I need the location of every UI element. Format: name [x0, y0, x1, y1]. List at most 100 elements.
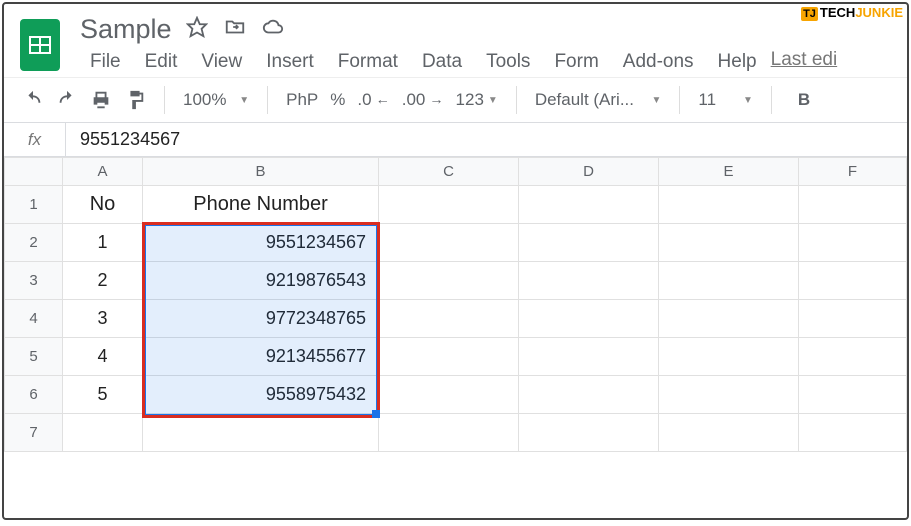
menu-insert[interactable]: Insert: [256, 49, 324, 75]
menu-view[interactable]: View: [191, 49, 252, 75]
percent-format-button[interactable]: %: [330, 90, 345, 110]
column-header-E[interactable]: E: [659, 158, 799, 186]
cell-C2[interactable]: [379, 224, 519, 262]
formula-input[interactable]: 9551234567: [66, 129, 180, 150]
formula-bar: fx 9551234567: [4, 123, 907, 157]
document-title[interactable]: Sample: [80, 14, 172, 45]
row-header-4[interactable]: 4: [5, 300, 63, 338]
cloud-status-icon[interactable]: [262, 16, 284, 43]
cell-A6[interactable]: 5: [63, 376, 143, 414]
toolbar-separator: [771, 86, 772, 114]
cell-A7[interactable]: [63, 414, 143, 452]
menu-tools[interactable]: Tools: [476, 49, 540, 75]
toolbar: 100% ▼ PhP % .0← .00→ 123▼ Default (Ari.…: [4, 77, 907, 123]
cell-E6[interactable]: [659, 376, 799, 414]
toolbar-separator: [164, 86, 165, 114]
titlebar: Sample File Edit View Insert: [4, 4, 907, 77]
chevron-down-icon: ▼: [488, 95, 498, 106]
cell-A1[interactable]: No: [63, 186, 143, 224]
column-header-C[interactable]: C: [379, 158, 519, 186]
bold-button[interactable]: B: [790, 90, 818, 110]
cell-E3[interactable]: [659, 262, 799, 300]
cell-B7[interactable]: [143, 414, 379, 452]
row-header-1[interactable]: 1: [5, 186, 63, 224]
increase-decimal-button[interactable]: .00→: [402, 90, 444, 110]
cell-C6[interactable]: [379, 376, 519, 414]
row-header-3[interactable]: 3: [5, 262, 63, 300]
font-size-select[interactable]: 11 ▼: [698, 90, 752, 110]
column-header-F[interactable]: F: [799, 158, 907, 186]
cell-A2[interactable]: 1: [63, 224, 143, 262]
toolbar-separator: [516, 86, 517, 114]
column-header-A[interactable]: A: [63, 158, 143, 186]
cell-E1[interactable]: [659, 186, 799, 224]
chevron-down-icon: ▼: [651, 95, 661, 106]
cell-F1[interactable]: [799, 186, 907, 224]
cell-F4[interactable]: [799, 300, 907, 338]
cell-E5[interactable]: [659, 338, 799, 376]
menu-form[interactable]: Form: [544, 49, 608, 75]
cell-B6[interactable]: 9558975432: [143, 376, 379, 414]
cell-F7[interactable]: [799, 414, 907, 452]
select-all-corner[interactable]: [5, 158, 63, 186]
menu-file[interactable]: File: [80, 49, 131, 75]
cell-D2[interactable]: [519, 224, 659, 262]
cell-A3[interactable]: 2: [63, 262, 143, 300]
menu-edit[interactable]: Edit: [135, 49, 188, 75]
decrease-decimal-button[interactable]: .0←: [357, 90, 389, 110]
cell-A4[interactable]: 3: [63, 300, 143, 338]
undo-button[interactable]: [22, 89, 44, 111]
print-button[interactable]: [90, 89, 112, 111]
cell-B2[interactable]: 9551234567: [143, 224, 379, 262]
font-family-select[interactable]: Default (Ari... ▼: [535, 90, 662, 110]
row-header-7[interactable]: 7: [5, 414, 63, 452]
column-header-D[interactable]: D: [519, 158, 659, 186]
cell-B4[interactable]: 9772348765: [143, 300, 379, 338]
fx-label: fx: [4, 123, 66, 156]
currency-format-button[interactable]: PhP: [286, 90, 318, 110]
cell-C5[interactable]: [379, 338, 519, 376]
spreadsheet-grid[interactable]: A B C D E F 1 No Phone Number 2 1 955123…: [4, 157, 907, 518]
cell-B5[interactable]: 9213455677: [143, 338, 379, 376]
menu-help[interactable]: Help: [708, 49, 767, 75]
last-edit-link[interactable]: Last edi: [771, 49, 838, 75]
cell-F2[interactable]: [799, 224, 907, 262]
move-folder-icon[interactable]: [224, 16, 246, 43]
cell-E7[interactable]: [659, 414, 799, 452]
cell-D3[interactable]: [519, 262, 659, 300]
menu-addons[interactable]: Add-ons: [613, 49, 704, 75]
more-formats-button[interactable]: 123▼: [456, 90, 498, 110]
cell-B1[interactable]: Phone Number: [143, 186, 379, 224]
watermark-tj-icon: TJ: [801, 7, 818, 21]
cell-C4[interactable]: [379, 300, 519, 338]
cell-D7[interactable]: [519, 414, 659, 452]
menu-format[interactable]: Format: [328, 49, 408, 75]
cell-F5[interactable]: [799, 338, 907, 376]
cell-C7[interactable]: [379, 414, 519, 452]
watermark-techjunkie: TJTECHJUNKIE: [801, 5, 903, 21]
cell-B3[interactable]: 9219876543: [143, 262, 379, 300]
paint-format-button[interactable]: [124, 89, 146, 111]
cell-D4[interactable]: [519, 300, 659, 338]
cell-D1[interactable]: [519, 186, 659, 224]
app-frame: Sample File Edit View Insert: [2, 2, 909, 520]
sheets-logo-icon: [20, 19, 60, 71]
row-header-6[interactable]: 6: [5, 376, 63, 414]
cell-F6[interactable]: [799, 376, 907, 414]
cell-D5[interactable]: [519, 338, 659, 376]
cell-E2[interactable]: [659, 224, 799, 262]
row-header-2[interactable]: 2: [5, 224, 63, 262]
cell-C3[interactable]: [379, 262, 519, 300]
cell-D6[interactable]: [519, 376, 659, 414]
redo-button[interactable]: [56, 89, 78, 111]
zoom-select[interactable]: 100% ▼: [183, 90, 249, 110]
cell-C1[interactable]: [379, 186, 519, 224]
column-header-B[interactable]: B: [143, 158, 379, 186]
star-icon[interactable]: [186, 16, 208, 43]
cell-F3[interactable]: [799, 262, 907, 300]
menu-data[interactable]: Data: [412, 49, 472, 75]
toolbar-separator: [679, 86, 680, 114]
row-header-5[interactable]: 5: [5, 338, 63, 376]
cell-E4[interactable]: [659, 300, 799, 338]
cell-A5[interactable]: 4: [63, 338, 143, 376]
